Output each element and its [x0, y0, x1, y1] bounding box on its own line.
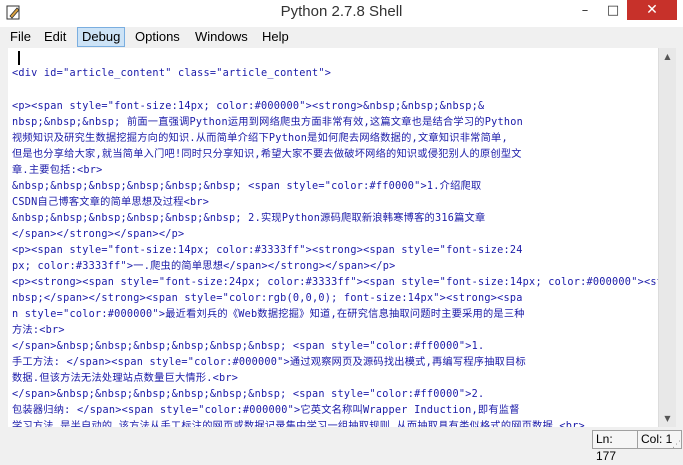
code-line: nbsp;</span></strong><span style="color:…: [12, 293, 523, 304]
code-line: 但是也分享给大家,就当简单入门吧!同时只分享知识,希望大家不要去做破坏网络的知识…: [12, 149, 522, 160]
code-line: &nbsp;&nbsp;&nbsp;&nbsp;&nbsp;&nbsp; <sp…: [12, 181, 482, 192]
status-bar: Ln: 177 Col: 1: [0, 428, 683, 463]
scroll-up-arrow-icon[interactable]: ▲: [659, 48, 676, 65]
code-line: CSDN自己博客文章的简单思想及过程<br>: [12, 197, 210, 208]
code-line: <p><strong><span style="font-size:24px; …: [12, 277, 658, 288]
code-line: nbsp;&nbsp;&nbsp; 前面一直强调Python运用到网络爬虫方面非…: [12, 117, 524, 128]
code-line: 学习方法,是半自动的.该方法从手工标注的网页或数据记录集中学习一组抽取规则,从而…: [12, 421, 585, 427]
code-line: </span></strong></span></p>: [12, 229, 185, 240]
code-line: 方法:<br>: [12, 325, 65, 336]
code-line: 包装器归纳: </span><span style="color:#000000…: [12, 405, 520, 416]
menu-edit[interactable]: Edit: [40, 28, 70, 46]
code-line: px; color:#3333ff">一.爬虫的简单思想</span></str…: [12, 261, 396, 272]
menu-file[interactable]: File: [6, 28, 35, 46]
code-line: <p><span style="font-size:14px; color:#3…: [12, 245, 523, 256]
title-bar: Python 2.7.8 Shell – □ ✕: [0, 0, 683, 27]
menu-help[interactable]: Help: [258, 28, 293, 46]
text-cursor: [18, 51, 20, 65]
line-number-indicator: Ln: 177: [592, 430, 640, 463]
code-line: </span>&nbsp;&nbsp;&nbsp;&nbsp;&nbsp;&nb…: [12, 341, 485, 352]
menu-debug[interactable]: Debug: [77, 27, 126, 47]
code-line: &nbsp;&nbsp;&nbsp;&nbsp;&nbsp;&nbsp; 2.实…: [12, 213, 486, 224]
menu-windows[interactable]: Windows: [191, 28, 252, 46]
close-button[interactable]: ✕: [627, 0, 677, 20]
resize-grip-icon[interactable]: ⋰: [672, 440, 681, 450]
code-line: n style="color:#000000">最近看刘兵的《Web数据挖掘》知…: [12, 309, 525, 320]
minimize-button[interactable]: –: [571, 0, 599, 20]
code-line: 数据.但该方法无法处理站点数量巨大情形.<br>: [12, 373, 239, 384]
menu-options[interactable]: Options: [131, 28, 184, 46]
shell-text-area[interactable]: <div id="article_content" class="article…: [8, 48, 658, 427]
code-line: <p><span style="font-size:14px; color:#0…: [12, 101, 485, 112]
scroll-down-arrow-icon[interactable]: ▼: [659, 410, 676, 427]
vertical-scrollbar[interactable]: ▲ ▼: [658, 48, 676, 427]
code-line: </span>&nbsp;&nbsp;&nbsp;&nbsp;&nbsp;&nb…: [12, 389, 485, 400]
menu-bar: File Edit Debug Options Windows Help: [0, 27, 683, 47]
code-line: <div id="article_content" class="article…: [12, 68, 332, 79]
maximize-button[interactable]: □: [599, 0, 627, 20]
code-line: 章.主要包括:<br>: [12, 165, 103, 176]
code-line: 视频知识及研究生数据挖掘方向的知识.从而简单介绍下Python是如何爬去网络数据…: [12, 133, 508, 144]
code-line: 手工方法: </span><span style="color:#000000"…: [12, 357, 526, 368]
